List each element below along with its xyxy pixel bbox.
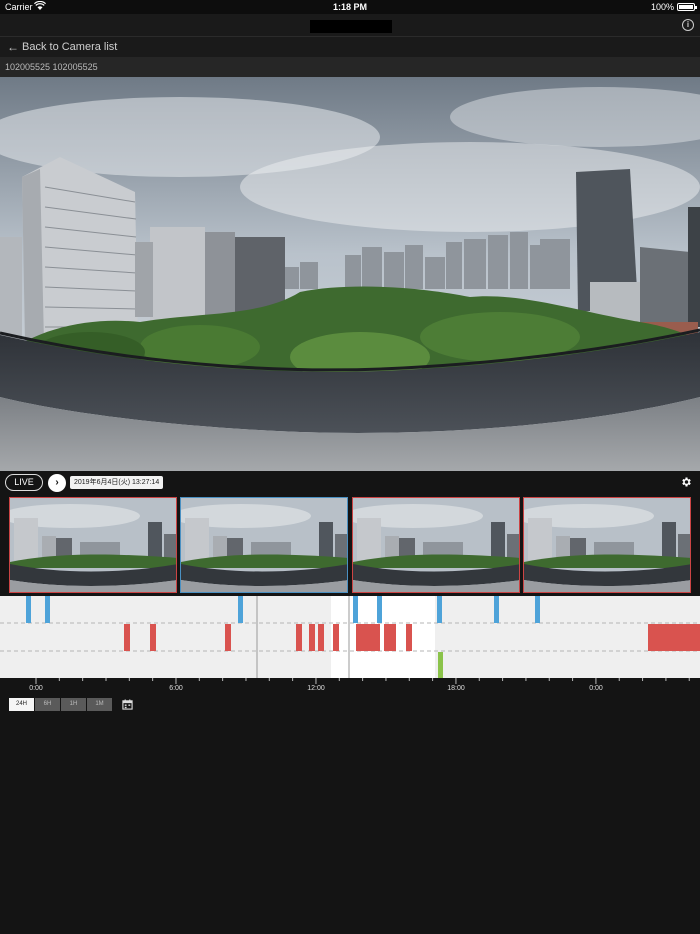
motion-event	[377, 596, 382, 623]
camera-live-view[interactable]	[0, 77, 700, 471]
range-button-6h[interactable]: 6H	[35, 698, 60, 711]
motion-event	[353, 596, 358, 623]
motion-event	[45, 596, 50, 623]
thumbnail[interactable]	[9, 497, 177, 593]
info-icon[interactable]: i	[682, 19, 694, 31]
battery-icon	[677, 3, 697, 11]
thumbnail[interactable]	[352, 497, 520, 593]
alert-event	[124, 624, 130, 651]
tick-label: 0:00	[589, 685, 603, 692]
tick-label: 12:00	[307, 685, 325, 692]
event-timeline[interactable]	[0, 596, 700, 678]
motion-event	[26, 596, 31, 623]
camera-id-bar: 102005525 102005525	[0, 57, 700, 77]
tick-label: 6:00	[169, 685, 183, 692]
motion-event	[494, 596, 499, 623]
live-button[interactable]: LIVE	[5, 474, 43, 491]
gear-icon[interactable]	[680, 476, 692, 488]
timeline-highlight	[331, 596, 435, 678]
back-arrow-icon: ←	[7, 40, 19, 54]
tick-label: 0:00	[29, 685, 43, 692]
range-button-24h[interactable]: 24H	[9, 698, 34, 711]
alert-event	[356, 624, 380, 651]
alert-event	[150, 624, 156, 651]
chevron-right-icon: ›	[55, 477, 59, 488]
motion-event	[535, 596, 540, 623]
timeline-axis: 0:00 6:00 12:00 18:00 0:00	[0, 678, 700, 696]
range-button-1h[interactable]: 1H	[61, 698, 86, 711]
motion-event	[238, 596, 243, 623]
alert-event	[406, 624, 412, 651]
thumbnail-strip	[0, 493, 700, 595]
thumbnail[interactable]	[180, 497, 348, 593]
thumbnail[interactable]	[523, 497, 691, 593]
alert-event	[296, 624, 302, 651]
range-button-1m[interactable]: 1M	[87, 698, 112, 711]
back-label: Back to Camera list	[22, 41, 118, 53]
calendar-icon[interactable]	[122, 699, 133, 710]
alert-event	[648, 624, 700, 651]
playback-controls: LIVE › 2019年6月4日(火) 13:27:14	[0, 471, 700, 493]
redacted-title	[310, 20, 392, 33]
current-datetime: 2019年6月4日(火) 13:27:14	[70, 476, 164, 489]
battery-percent: 100%	[650, 2, 674, 12]
alert-event	[309, 624, 315, 651]
clock: 1:18 PM	[332, 2, 367, 12]
motion-event	[437, 596, 442, 623]
other-event	[438, 652, 443, 678]
navigation-bar: i	[0, 14, 700, 37]
alert-event	[384, 624, 396, 651]
alert-event	[333, 624, 339, 651]
status-bar: Carrier 1:18 PM 100%	[0, 0, 700, 14]
play-next-button[interactable]: ›	[48, 474, 66, 492]
tick-label: 18:00	[447, 685, 465, 692]
back-to-camera-list-button[interactable]: ← Back to Camera list	[0, 37, 700, 57]
timeline-chart	[0, 596, 700, 678]
camera-scene-image	[0, 77, 700, 471]
alert-event	[225, 624, 231, 651]
camera-id-label: 102005525 102005525	[5, 62, 98, 72]
alert-event	[318, 624, 324, 651]
